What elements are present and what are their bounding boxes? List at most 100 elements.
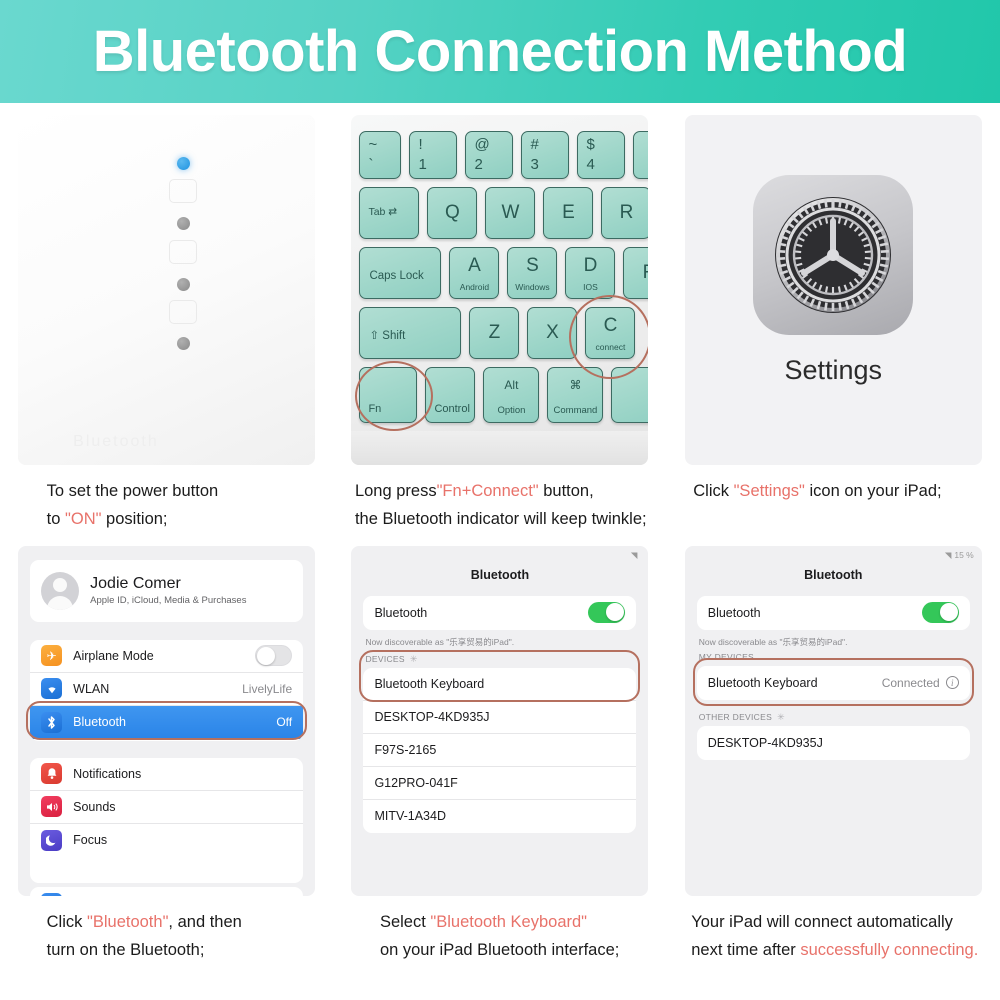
key-f[interactable]: F (623, 247, 649, 299)
key-z[interactable]: Z (469, 307, 520, 359)
caption-connected: Your iPad will connect automatically nex… (683, 908, 983, 965)
device-name: F97S-2165 (374, 742, 437, 757)
device-name: MITV-1A34D (374, 809, 446, 824)
speaker-icon (41, 796, 63, 818)
key-blank[interactable]: ~ ` (359, 131, 402, 179)
settings-row-focus[interactable]: Focus (30, 824, 303, 857)
other-devices-header-label: OTHER DEVICES (698, 712, 773, 723)
step-cell-fn-connect: ~ `! 1 @2 #3 $4 Tab ⇄ Q W E R Caps Lock A Android S Win… (333, 103, 666, 534)
settings-app-tile[interactable] (753, 174, 914, 335)
caption-line: next time after successfully connecting. (691, 936, 983, 964)
key-caps-lock[interactable]: Caps Lock (359, 247, 442, 299)
caption-highlight: "Settings" (733, 482, 805, 500)
bluetooth-toggle[interactable] (588, 602, 626, 624)
key-blank[interactable] (633, 131, 649, 179)
settings-row-sounds[interactable]: Sounds (30, 791, 304, 824)
bluetooth-toggle-row[interactable]: Bluetooth (697, 596, 970, 630)
page-header: Bluetooth Connection Method (0, 0, 1000, 103)
key-tab[interactable]: Tab ⇄ (359, 187, 420, 239)
settings-row-airplane-mode[interactable]: ✈ Airplane Mode (30, 640, 304, 673)
key-w[interactable]: W (485, 187, 536, 239)
bluetooth-row-highlight-ring (26, 700, 308, 740)
device-row[interactable]: DESKTOP-4KD935J (697, 726, 970, 760)
apple-id-card[interactable]: Jodie Comer Apple ID, iCloud, Media & Pu… (30, 559, 304, 622)
device-row[interactable]: G12PRO-041F (363, 767, 637, 800)
caption-power-switch: To set the power button to "ON" position… (17, 477, 317, 534)
key-sublabel: Command (553, 405, 598, 416)
caption-line: the Bluetooth indicator will keep twinkl… (355, 505, 650, 533)
bell-icon (41, 763, 63, 785)
key-alt[interactable]: Alt Option (483, 367, 540, 423)
caption-text: button, (538, 482, 594, 500)
caption-line: Click "Settings" icon on your iPad; (693, 477, 983, 505)
key-upper-label: ~ (368, 136, 378, 153)
settings-icon-image: Settings (684, 115, 982, 465)
key-blank[interactable]: @2 (465, 131, 514, 179)
key-upper-label: # (530, 136, 539, 153)
fn-key-highlight-ring (355, 361, 434, 431)
nav-title: Bluetooth (804, 567, 863, 582)
key-shift[interactable]: ⇧ Shift (359, 307, 462, 359)
caption-text: , and then (168, 912, 242, 931)
caption-line: turn on the Bluetooth; (47, 936, 317, 964)
page-title: Bluetooth Connection Method (92, 19, 908, 84)
key-blank[interactable]: ! 1 (409, 131, 458, 179)
key-label: R (619, 202, 634, 223)
key-label: Caps Lock (369, 270, 424, 282)
key-s[interactable]: S Windows (507, 247, 558, 299)
key-r[interactable]: R (601, 187, 649, 239)
caption-text: Click (693, 482, 734, 500)
battery-percent: 15 % (954, 550, 974, 561)
key-lower-label: 2 (474, 156, 483, 173)
key-a[interactable]: A Android (449, 247, 500, 299)
caption-line: Click "Bluetooth", and then (47, 908, 317, 936)
step-cell-power-switch: Bluetooth To set the power button to "ON… (0, 103, 333, 534)
key-e[interactable]: E (543, 187, 594, 239)
caption-text: to (46, 510, 65, 529)
ios-bluetooth-devices-image: ◥ Bluetooth Bluetooth Now discoverable a… (351, 545, 649, 896)
key-d[interactable]: D IOS (565, 247, 616, 299)
key-label: F (642, 262, 649, 283)
step-cell-open-settings: Settings Click "Settings" icon on your i… (667, 103, 1000, 534)
device-row[interactable]: F97S-2165 (363, 734, 637, 767)
key-q[interactable]: Q (427, 187, 478, 239)
keyboard-base (351, 431, 649, 465)
key-sublabel: Windows (515, 282, 550, 292)
step-cell-connected: ◥ 15 % Bluetooth Bluetooth Now discovera… (667, 534, 1000, 965)
device-row[interactable]: MITV-1A34D (363, 800, 636, 833)
gear-icon (775, 196, 892, 313)
ios-settings-list-image: Jodie Comer Apple ID, iCloud, Media & Pu… (18, 545, 316, 896)
key-label: S (526, 255, 539, 276)
scanning-spinner-icon: ✳ (777, 711, 785, 722)
caption-highlight: "ON" (65, 510, 102, 529)
device-power-switch-image: Bluetooth (18, 115, 316, 465)
status-bar: ◥ 15 % (945, 550, 974, 561)
key-upper-label: ! (418, 136, 423, 153)
key-blank[interactable]: #3 (521, 131, 570, 179)
key-blank[interactable]: $4 (577, 131, 626, 179)
key-sublabel: Option (497, 405, 526, 416)
bluetooth-toggle-label: Bluetooth (374, 605, 428, 620)
key-label: ⇧ Shift (369, 330, 406, 342)
ios-bluetooth-connected-image: ◥ 15 % Bluetooth Bluetooth Now discovera… (684, 545, 982, 896)
system-group: Notifications Sounds Focus (30, 757, 304, 883)
device-watermark: Bluetooth (73, 433, 159, 450)
key-label: Alt (504, 378, 519, 392)
settings-row-label: Airplane Mode (73, 648, 154, 663)
key-label: A (468, 255, 481, 276)
caption-text: position; (101, 510, 168, 529)
apple-id-row[interactable]: Jodie Comer Apple ID, iCloud, Media & Pu… (30, 560, 303, 622)
device-row[interactable]: DESKTOP-4KD935J (363, 701, 637, 734)
key-label: W (501, 202, 520, 223)
airplane-mode-toggle[interactable] (255, 645, 293, 667)
toggle-knob (939, 603, 958, 622)
settings-row-notifications[interactable]: Notifications (30, 758, 304, 791)
settings-row-partial[interactable] (30, 887, 303, 896)
caption-text: Select (379, 912, 431, 931)
bluetooth-toggle-row[interactable]: Bluetooth (363, 596, 636, 630)
toggle-knob (606, 603, 625, 622)
steps-grid: Bluetooth To set the power button to "ON… (0, 103, 1000, 965)
wifi-icon (41, 678, 63, 700)
caption-text: To set the power button (46, 482, 219, 500)
bluetooth-toggle[interactable] (921, 602, 959, 624)
